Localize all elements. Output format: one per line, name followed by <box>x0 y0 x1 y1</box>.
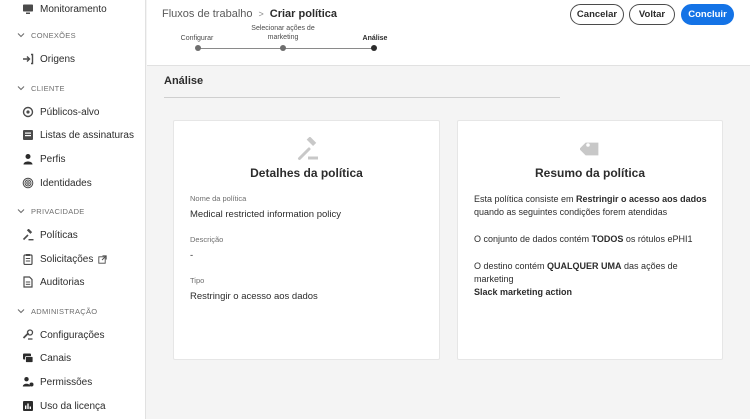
summary-highlight: Slack marketing action <box>474 287 573 297</box>
summary-highlight: TODOS <box>591 234 624 244</box>
sidebar-item-label: Monitoramento <box>40 3 107 15</box>
back-button[interactable]: Voltar <box>629 4 675 25</box>
sidebar-section-customer[interactable]: CLIENTE <box>17 82 65 94</box>
summary-paragraph-dataset: O conjunto de dados contém TODOS os rótu… <box>474 233 714 246</box>
list-icon <box>22 129 34 141</box>
divider <box>164 97 560 98</box>
field-value-policy-name: Medical restricted information policy <box>190 209 342 220</box>
license-icon <box>22 400 34 412</box>
card-title: Resumo da política <box>534 166 646 180</box>
step-progress: Configurar Selecionar ações de marketing… <box>147 22 407 62</box>
field-label-type: Tipo <box>190 276 205 285</box>
breadcrumb-create-policy: Criar política <box>269 8 338 20</box>
step-dot-configure[interactable] <box>195 45 201 51</box>
policy-details-card: Detalhes da política Nome da política Me… <box>173 120 440 360</box>
clipboard-icon <box>22 253 34 265</box>
sidebar-section-label: ADMINISTRAÇÃO <box>31 306 98 316</box>
gavel-icon <box>22 229 34 241</box>
breadcrumb-workflows[interactable]: Fluxos de trabalho <box>162 8 253 20</box>
sidebar-item-identities[interactable]: Identidades <box>22 174 92 192</box>
sidebar-item-label: Identidades <box>40 177 92 189</box>
sidebar-item-sources[interactable]: Origens <box>22 50 75 68</box>
sidebar-item-license-usage[interactable]: Uso da licença <box>22 397 106 415</box>
step-label-configure: Configurar <box>180 35 214 42</box>
external-link-icon <box>98 254 108 264</box>
step-dot-select-actions[interactable] <box>280 45 286 51</box>
chevron-right-icon: > <box>258 9 264 19</box>
step-connector <box>284 48 374 49</box>
summary-paragraph-action: Esta política consiste em Restringir o a… <box>474 193 714 219</box>
chevron-down-icon <box>17 209 25 214</box>
field-value-type: Restringir o acesso aos dados <box>190 291 318 302</box>
sidebar-item-audits[interactable]: Auditorias <box>22 273 84 291</box>
settings-icon <box>22 329 34 341</box>
summary-highlight: QUALQUER UMA <box>547 261 622 271</box>
sidebar-item-label: Auditorias <box>40 276 85 288</box>
step-dot-review <box>371 45 377 51</box>
sign-in-icon <box>22 53 34 65</box>
summary-text: os rótulos ePHI1 <box>623 234 693 244</box>
sidebar-section-label: CLIENTE <box>31 83 65 93</box>
sidebar-section-label: CONEXÕES <box>31 30 76 40</box>
card-title: Detalhes da política <box>250 166 363 180</box>
permissions-icon <box>22 376 34 388</box>
sidebar-item-requests[interactable]: Solicitações <box>22 250 108 268</box>
sidebar-item-label: Configurações <box>40 329 105 341</box>
step-label-line: Selecionar ações de <box>251 25 315 32</box>
sidebar-item-label: Origens <box>40 53 76 65</box>
sidebar-section-connections[interactable]: CONEXÕES <box>17 29 76 41</box>
sidebar-item-audiences[interactable]: Públicos-alvo <box>22 103 99 121</box>
summary-highlight: Restringir o acesso aos dados <box>576 194 707 204</box>
sidebar-item-label: Uso da licença <box>40 400 106 412</box>
policy-summary-card: Resumo da política Esta política consist… <box>457 120 723 360</box>
sidebar-item-label: Perfis <box>40 153 66 165</box>
sidebar: Monitoramento CONEXÕES Origens CLIENTE P… <box>0 0 146 419</box>
sidebar-item-permissions[interactable]: Permissões <box>22 373 92 391</box>
breadcrumb: Fluxos de trabalho > Criar política <box>162 8 337 20</box>
sidebar-item-policies[interactable]: Políticas <box>22 226 78 244</box>
sidebar-item-monitoring[interactable]: Monitoramento <box>22 0 107 18</box>
sidebar-section-privacy[interactable]: PRIVACIDADE <box>17 205 85 217</box>
step-label-review: Análise <box>362 35 388 42</box>
sidebar-item-profiles[interactable]: Perfis <box>22 150 66 168</box>
chevron-down-icon <box>17 86 25 91</box>
chevron-down-icon <box>17 309 25 314</box>
sidebar-item-channels[interactable]: Canais <box>22 349 71 367</box>
sidebar-item-label: Políticas <box>40 229 78 241</box>
summary-text: O destino contém <box>474 261 548 271</box>
sidebar-item-settings[interactable]: Configurações <box>22 326 104 344</box>
section-title: Análise <box>164 75 204 87</box>
tag-icon <box>580 142 599 156</box>
field-label-policy-name: Nome da política <box>190 194 247 203</box>
channels-icon <box>22 352 34 364</box>
summary-text: O conjunto de dados contém <box>474 234 592 244</box>
sidebar-item-label: Públicos-alvo <box>40 106 100 118</box>
field-value-description: - <box>190 250 194 261</box>
sidebar-item-label: Canais <box>40 352 72 364</box>
fingerprint-icon <box>22 177 34 189</box>
chevron-down-icon <box>17 33 25 38</box>
summary-text: quando as seguintes condições forem aten… <box>474 207 668 217</box>
finish-button[interactable]: Concluir <box>681 4 734 25</box>
sidebar-section-administration[interactable]: ADMINISTRAÇÃO <box>17 305 97 317</box>
document-icon <box>22 276 34 288</box>
step-label-select-actions: Selecionar ações de marketing <box>243 24 323 42</box>
header: Fluxos de trabalho > Criar política Conf… <box>147 0 750 66</box>
step-label-line: marketing <box>267 34 299 41</box>
sidebar-item-label: Solicitações <box>40 253 94 265</box>
summary-text: Esta política consiste em <box>474 194 577 204</box>
monitor-icon <box>22 3 34 15</box>
cancel-button[interactable]: Cancelar <box>570 4 624 25</box>
sidebar-section-label: PRIVACIDADE <box>31 206 85 216</box>
gavel-icon <box>298 137 318 160</box>
audience-icon <box>22 106 34 118</box>
summary-paragraph-destination: O destino contém QUALQUER UMA das ações … <box>474 260 714 299</box>
step-connector <box>198 48 281 49</box>
sidebar-item-label: Listas de assinaturas <box>40 129 134 141</box>
field-label-description: Descrição <box>190 235 224 244</box>
sidebar-item-subscription-lists[interactable]: Listas de assinaturas <box>22 126 134 144</box>
person-icon <box>22 153 34 165</box>
sidebar-item-label: Permissões <box>40 376 93 388</box>
